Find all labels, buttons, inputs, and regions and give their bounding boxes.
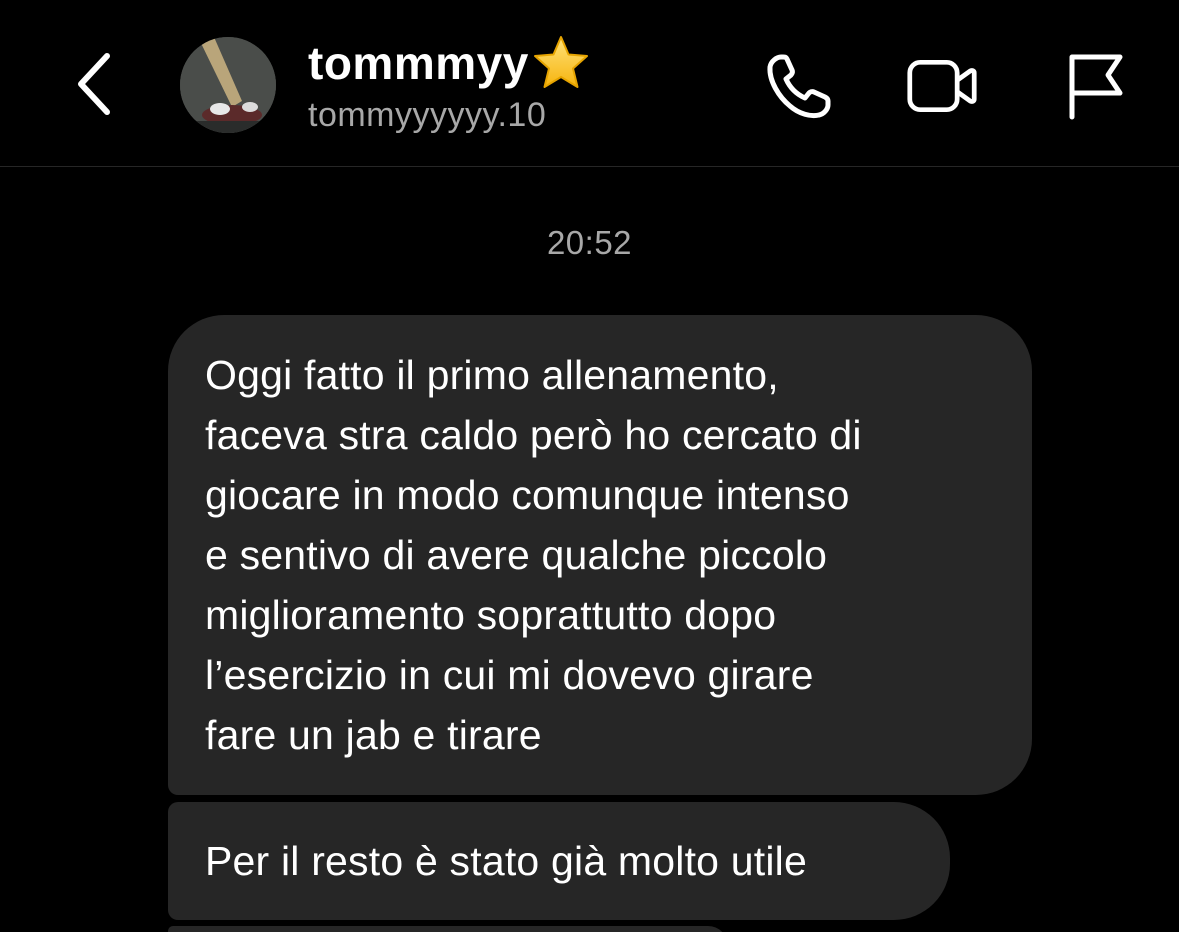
- message-bubble[interactable]: Per il resto è stato già molto utile: [168, 802, 950, 920]
- back-button[interactable]: [62, 44, 126, 124]
- message-text-line: miglioramento soprattutto dopo: [205, 592, 777, 638]
- phone-icon: [767, 54, 831, 119]
- avatar[interactable]: [180, 37, 276, 133]
- message-text-line: Per il resto è stato già molto utile: [205, 838, 807, 884]
- video-call-button[interactable]: [906, 50, 978, 122]
- message-bubble[interactable]: Oggi fatto il primo allenamento, faceva …: [168, 315, 1032, 795]
- chat-screen: tommmyy tommyyyyyy.10 20:52 Oggi fatto i…: [0, 0, 1179, 932]
- message-text-line: faceva stra caldo però ho cercato di: [205, 412, 862, 458]
- call-button[interactable]: [762, 50, 834, 122]
- contact-name-row: tommmyy: [308, 34, 591, 92]
- contact-name: tommmyy: [308, 37, 529, 89]
- star-icon: [533, 36, 588, 88]
- message-text-line: Oggi fatto il primo allenamento,: [205, 352, 779, 398]
- report-button[interactable]: [1058, 50, 1130, 122]
- contact-info[interactable]: tommmyy tommyyyyyy.10: [308, 34, 591, 135]
- message-text-line: giocare in modo comunque intenso: [205, 472, 850, 518]
- message-text-line: fare un jab e tirare: [205, 712, 542, 758]
- message-text-line: l’esercizio in cui mi dovevo girare: [205, 652, 814, 698]
- message-timestamp: 20:52: [546, 224, 633, 261]
- flag-icon: [1069, 54, 1123, 120]
- avatar-photo-icon: [180, 37, 276, 133]
- chevron-left-icon: [78, 53, 110, 115]
- video-camera-icon: [907, 59, 977, 113]
- chat-header: tommmyy tommyyyyyy.10: [0, 0, 1179, 167]
- message-bubble-partial[interactable]: [168, 926, 728, 932]
- message-text-line: e sentivo di avere qualche piccolo: [205, 532, 828, 578]
- contact-handle: tommyyyyyy.10: [308, 96, 547, 134]
